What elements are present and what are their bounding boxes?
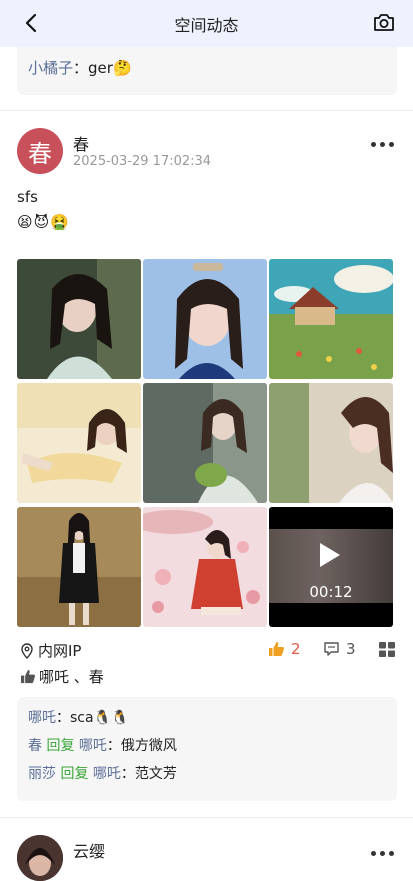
more-options-icon[interactable] — [371, 851, 394, 856]
thumbs-up-icon — [269, 642, 284, 656]
avatar-photo — [17, 835, 63, 881]
comment-text: 范文芳 — [134, 766, 177, 782]
comment-count: 3 — [346, 640, 356, 658]
location-text: 内网IP — [38, 642, 82, 660]
photo-thumbnail[interactable] — [17, 259, 141, 379]
reply-label: 回复 — [46, 738, 75, 754]
comment-separator: ： — [106, 738, 121, 754]
photo-thumbnail[interactable] — [143, 507, 267, 627]
comment-text: ger🤔 — [88, 59, 132, 77]
post-emojis: 😫😈🤮 — [17, 213, 70, 231]
avatar[interactable] — [17, 835, 63, 881]
comment-separator: ： — [120, 766, 135, 782]
comment-bubble-icon — [324, 642, 339, 656]
comment-author[interactable]: 丽莎 — [28, 766, 56, 782]
post-text: sfs — [17, 188, 38, 206]
previous-comment-box: 小橘子：ger🤔 — [17, 47, 397, 95]
comment-author[interactable]: 春 — [28, 738, 42, 754]
comment-text: sca🐧🐧 — [70, 710, 129, 726]
photo-thumbnail[interactable] — [269, 383, 393, 503]
comments-box: 哪吒：sca🐧🐧 春 回复 哪吒：俄方微风 丽莎 回复 哪吒：范文芳 — [17, 697, 397, 801]
comment-text: 俄方微风 — [120, 738, 177, 754]
video-thumbnail[interactable]: 00:12 — [269, 507, 393, 627]
page-title: 空间动态 — [174, 15, 239, 35]
comment-author[interactable]: 哪吒 — [28, 710, 56, 726]
reply-target[interactable]: 哪吒 — [93, 766, 121, 782]
like-button[interactable]: 2 — [268, 640, 301, 658]
photo-thumbnail[interactable] — [17, 383, 141, 503]
photo-thumbnail[interactable] — [143, 383, 267, 503]
reply-target[interactable]: 哪吒 — [79, 738, 107, 754]
comment-separator: ： — [73, 59, 89, 77]
post-divider — [0, 110, 413, 111]
photo-thumbnail[interactable] — [17, 507, 141, 627]
more-options-icon[interactable] — [371, 142, 394, 147]
photo-thumbnail[interactable] — [143, 259, 267, 379]
top-bar: 空间动态 — [0, 0, 413, 47]
post-author[interactable]: 春 — [73, 131, 89, 155]
avatar[interactable]: 春 — [17, 128, 63, 174]
thumbs-up-icon — [20, 669, 36, 684]
comment-item[interactable]: 丽莎 回复 哪吒：范文芳 — [28, 763, 386, 791]
post-divider — [0, 817, 413, 818]
location: 内网IP — [20, 640, 81, 661]
comment-author[interactable]: 小橘子 — [28, 59, 73, 77]
like-count: 2 — [291, 640, 301, 658]
likers-row: 哪吒 、春 — [20, 666, 104, 687]
comment-button[interactable]: 3 — [323, 640, 356, 658]
camera-icon[interactable] — [373, 12, 395, 32]
media-grid: 00:12 — [17, 259, 393, 627]
post-author[interactable]: 云缨 — [73, 838, 105, 862]
grid-view-icon[interactable] — [379, 642, 395, 657]
likers-text[interactable]: 哪吒 、春 — [39, 666, 104, 687]
photo-thumbnail[interactable] — [269, 259, 393, 379]
play-icon[interactable] — [320, 543, 340, 567]
comment-item[interactable]: 春 回复 哪吒：俄方微风 — [28, 735, 386, 763]
post-timestamp: 2025-03-29 17:02:34 — [73, 154, 212, 169]
video-duration: 00:12 — [309, 583, 353, 601]
comment-item[interactable]: 哪吒：sca🐧🐧 — [28, 707, 386, 735]
back-arrow-icon[interactable] — [22, 13, 42, 33]
comment-separator: ： — [56, 710, 70, 726]
location-pin-icon — [21, 642, 33, 659]
reply-label: 回复 — [60, 766, 89, 782]
